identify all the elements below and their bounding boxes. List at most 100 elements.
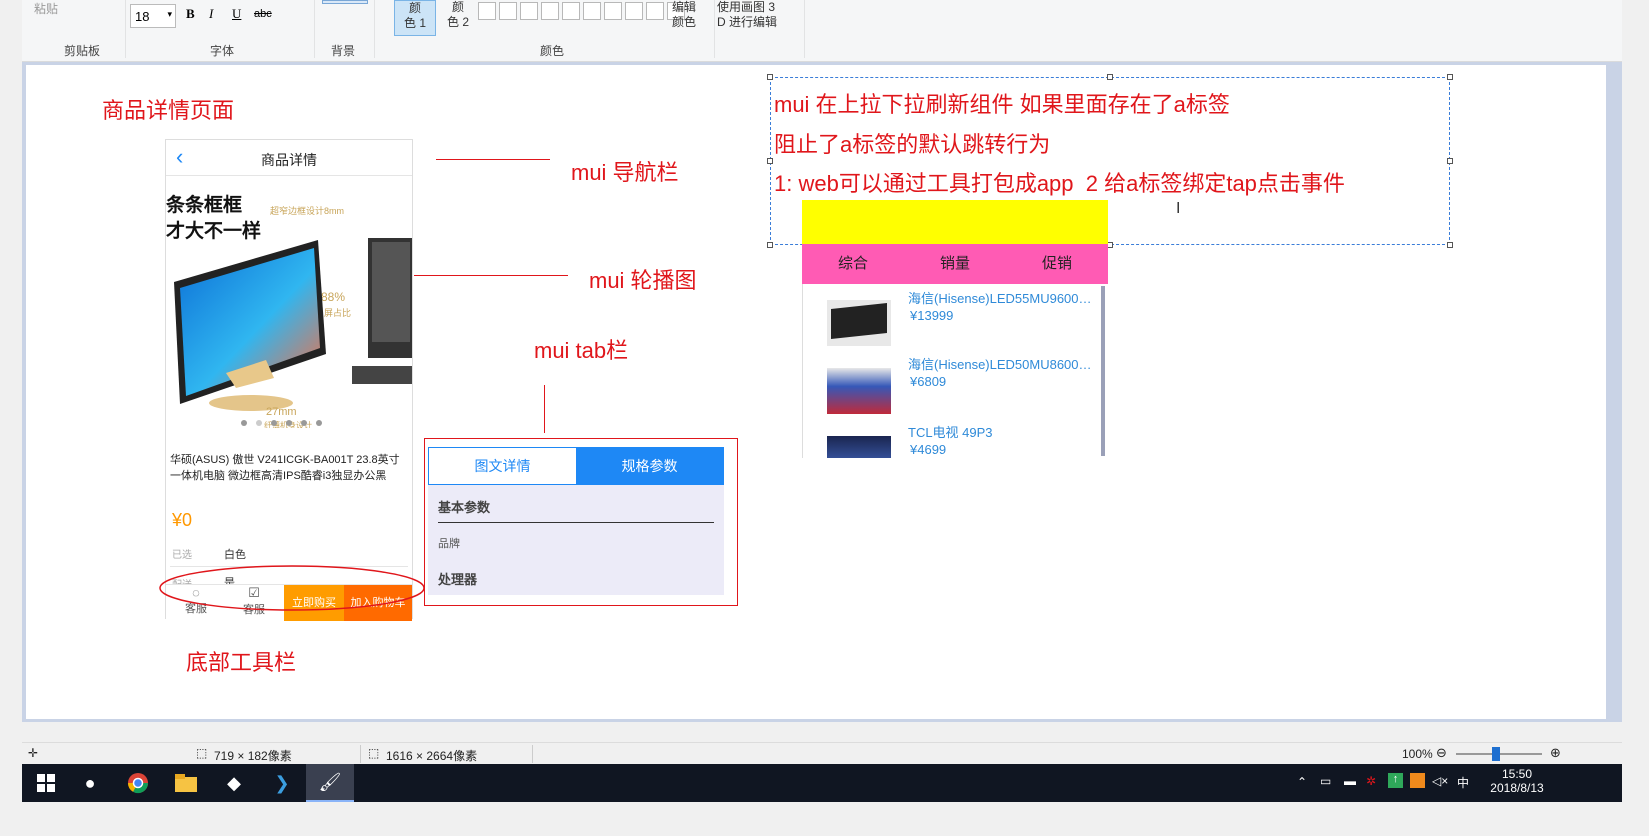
palette-swatch[interactable] — [604, 2, 622, 20]
bold-button[interactable]: B — [186, 6, 195, 22]
list-item[interactable]: TCL电视 49P3 ¥4699 — [803, 422, 1099, 458]
chrome-icon[interactable] — [114, 764, 162, 802]
clipboard-group-label: 剪贴板 — [63, 44, 100, 58]
resize-handle[interactable] — [1447, 158, 1453, 164]
product-name: TCL电视 49P3 — [908, 425, 993, 440]
product-price: ¥0 — [172, 510, 193, 530]
ribbon: 粘贴 剪贴板 18 ▾ B I U abc 字体 背景 颜 色 1 颜 色 2 — [22, 0, 1622, 62]
zoom-in-icon[interactable]: ⊕ — [1550, 745, 1561, 761]
clock-date: 2018/8/13 — [1490, 781, 1544, 795]
color2-button[interactable]: 颜 色 2 — [442, 0, 474, 36]
goods-page-title: 商品详情页面 — [102, 98, 235, 123]
palette-swatch[interactable] — [478, 2, 496, 20]
network-icon[interactable]: ▭ — [1320, 774, 1331, 788]
carousel-dot[interactable] — [286, 420, 292, 426]
upload-icon[interactable]: ↑ — [1388, 773, 1403, 788]
carousel-dots — [241, 420, 322, 426]
tab-specs[interactable]: 规格参数 — [576, 448, 723, 484]
resize-handle[interactable] — [767, 242, 773, 248]
paint-icon[interactable]: 🖌 — [306, 764, 354, 802]
strikethrough-button[interactable]: abc — [254, 8, 272, 20]
resize-handle[interactable] — [767, 158, 773, 164]
cortana-icon[interactable]: ● — [66, 764, 114, 802]
palette-swatch[interactable] — [625, 2, 643, 20]
label-nav: mui 导航栏 — [571, 160, 679, 185]
spec-heading: 基本参数 — [438, 500, 491, 515]
carousel-dot[interactable] — [301, 420, 307, 426]
product-thumbnail — [827, 300, 891, 346]
tray-up-icon[interactable]: ⌃ — [1297, 775, 1307, 789]
move-icon: ✛ — [28, 746, 39, 760]
app-tray-icon[interactable] — [1410, 773, 1425, 788]
paint-canvas[interactable]: 商品详情页面 ‹ 商品详情 条条框框 才大不一样 超窄边框设计8mm 88% 屏… — [26, 65, 1606, 719]
resize-handle[interactable] — [1447, 74, 1453, 80]
annotation-line — [436, 159, 550, 160]
paint3d-button[interactable]: 使用画图 3 D 进行编辑 — [717, 0, 797, 36]
annotation-line — [414, 275, 568, 276]
volume-icon[interactable]: ◁× — [1432, 774, 1448, 788]
font-size-select[interactable]: 18 ▾ — [130, 4, 176, 28]
phone-nav-title: 商品详情 — [261, 152, 317, 168]
scrollbar[interactable] — [1101, 286, 1105, 456]
monitor-image — [174, 238, 412, 411]
product-list[interactable]: 海信(Hisense)LED55MU9600… ¥13999 海信(Hisens… — [802, 284, 1108, 458]
tab-detail[interactable]: 图文详情 — [429, 448, 576, 484]
battery-icon[interactable]: ▬ — [1344, 774, 1356, 788]
paste-button[interactable]: 粘贴 — [34, 0, 58, 17]
background-swatch[interactable] — [322, 0, 368, 4]
file-explorer-icon[interactable] — [162, 764, 210, 802]
carousel-dot[interactable] — [316, 420, 322, 426]
italic-button[interactable]: I — [209, 6, 213, 22]
status-bar: ✛ ⬚ 719 × 182像素 ⬚ 1616 × 2664像素 100% ⊖ ⊕ — [22, 742, 1622, 764]
image-size-icon: ⬚ — [368, 746, 380, 760]
palette-swatch[interactable] — [541, 2, 559, 20]
ime-indicator[interactable]: 中 — [1457, 774, 1469, 791]
product-description: 华硕(ASUS) 傲世 V241ICGK-BA001T 23.8英寸一体机电脑 … — [170, 454, 400, 482]
label-tab: mui tab栏 — [534, 338, 629, 363]
product-name: 海信(Hisense)LED50MU8600… — [908, 357, 1092, 372]
list-item[interactable]: 海信(Hisense)LED50MU8600… ¥6809 — [803, 354, 1099, 420]
spec-heading: 处理器 — [438, 572, 478, 587]
chevron-down-icon: ▾ — [167, 9, 172, 19]
git-icon[interactable]: ◆ — [210, 764, 258, 802]
palette-swatch[interactable] — [499, 2, 517, 20]
vscode-icon[interactable]: ❯ — [258, 764, 306, 802]
palette-swatch[interactable] — [646, 2, 664, 20]
product-price: ¥4699 — [910, 442, 947, 457]
carousel-dot[interactable] — [271, 420, 277, 426]
list-tab[interactable]: 促销 — [1006, 244, 1108, 284]
product-thumbnail — [827, 368, 891, 414]
palette-swatch[interactable] — [583, 2, 601, 20]
edit-colors-button[interactable]: 编辑 颜色 — [672, 0, 712, 36]
windows-start-icon[interactable] — [22, 764, 70, 802]
palette-swatch[interactable] — [520, 2, 538, 20]
phone-mockup: ‹ 商品详情 条条框框 才大不一样 超窄边框设计8mm 88% 屏占比 27mm… — [165, 139, 413, 621]
tab-panel: 图文详情 规格参数 基本参数 品牌 处理器 — [428, 447, 724, 595]
product-thumbnail — [827, 436, 891, 458]
zoom-level: 100% — [1402, 747, 1433, 761]
list-tab[interactable]: 综合 — [802, 244, 904, 284]
list-item[interactable]: 海信(Hisense)LED55MU9600… ¥13999 — [803, 286, 1099, 352]
list-tab[interactable]: 销量 — [904, 244, 1006, 284]
label-bottom: 底部工具栏 — [186, 650, 297, 675]
color1-button[interactable]: 颜 色 1 — [394, 0, 436, 36]
antivirus-icon[interactable]: ✲ — [1366, 774, 1376, 788]
clock[interactable]: 15:50 2018/8/13 — [1482, 767, 1552, 795]
selection-icon: ⬚ — [196, 746, 208, 760]
resize-handle[interactable] — [767, 74, 773, 80]
segmented-control: 图文详情 规格参数 — [428, 447, 724, 485]
underline-button[interactable]: U — [232, 6, 241, 22]
carousel-dot[interactable] — [241, 420, 247, 426]
clock-time: 15:50 — [1501, 767, 1533, 781]
phone-carousel[interactable]: 条条框框 才大不一样 超窄边框设计8mm 88% 屏占比 27mm — [166, 178, 412, 428]
list-tabs: 综合 销量 促销 — [802, 244, 1108, 284]
image-size: 1616 × 2664像素 — [386, 749, 478, 763]
zoom-out-icon[interactable]: ⊖ — [1436, 745, 1447, 761]
carousel-dot[interactable] — [256, 420, 262, 426]
annotation-line — [544, 385, 545, 433]
resize-handle[interactable] — [1107, 74, 1113, 80]
vertical-scrollbar[interactable] — [1598, 65, 1606, 719]
zoom-slider-thumb[interactable] — [1492, 747, 1500, 761]
resize-handle[interactable] — [1447, 242, 1453, 248]
palette-swatch[interactable] — [562, 2, 580, 20]
